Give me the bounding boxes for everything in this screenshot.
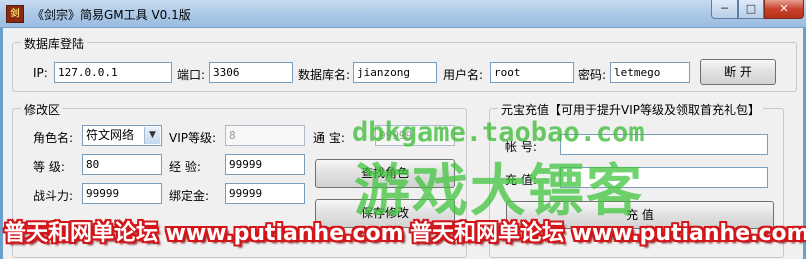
port-label: 端口: — [177, 68, 206, 82]
window-title: 《剑宗》简易GM工具 V0.1版 — [32, 8, 191, 22]
minimize-button[interactable]: ─ — [711, 0, 738, 19]
exp-input[interactable]: 99999 — [225, 154, 305, 175]
db-login-group-label: 数据库登陆 — [21, 35, 88, 52]
dbname-input[interactable]: jianzong — [353, 62, 437, 83]
port-input[interactable]: 3306 — [209, 62, 293, 83]
level-input[interactable]: 80 — [82, 154, 162, 175]
bound-gold-label: 绑定金: — [169, 189, 210, 203]
dbname-label: 数据库名: — [298, 68, 351, 82]
tongbao-label: 通 宝: — [313, 131, 345, 145]
recharge-button[interactable]: 充 值 — [506, 201, 774, 229]
bound-gold-input[interactable]: 99999 — [225, 183, 305, 204]
role-name-label: 角色名: — [33, 131, 74, 145]
ip-input[interactable]: 127.0.0.1 — [54, 62, 172, 83]
role-name-value: 符文网络 — [86, 128, 135, 142]
disconnect-button[interactable]: 断 开 — [700, 59, 776, 85]
password-label: 密码: — [578, 68, 607, 82]
username-input[interactable]: root — [490, 62, 574, 83]
account-input[interactable] — [560, 134, 768, 155]
power-input[interactable]: 99999 — [82, 183, 162, 204]
tongbao-input[interactable]: 99999 — [375, 125, 455, 146]
password-input[interactable]: letmego — [610, 62, 690, 83]
exp-label: 经 验: — [169, 160, 201, 174]
save-changes-button[interactable]: 保存修改 — [315, 199, 455, 228]
amount-label: 充 值: — [505, 173, 537, 187]
modify-group-label: 修改区 — [21, 101, 64, 118]
vip-level-label: VIP等级: — [169, 131, 217, 145]
account-label: 帐 号: — [505, 140, 537, 154]
close-button[interactable]: ✕ — [764, 0, 804, 19]
power-label: 战斗力: — [33, 189, 74, 203]
username-label: 用户名: — [443, 68, 484, 82]
chevron-down-icon[interactable]: ▼ — [144, 127, 160, 144]
ip-label: IP: — [33, 66, 48, 80]
amount-input[interactable] — [560, 167, 768, 188]
vip-level-input[interactable]: 8 — [225, 125, 305, 146]
maximize-button[interactable]: □ — [738, 0, 764, 19]
find-role-button[interactable]: 查找角色 — [315, 159, 455, 188]
game-logo-icon: 剑 — [6, 5, 24, 23]
recharge-group-label: 元宝充值【可用于提升VIP等级及领取首充礼包】 — [498, 101, 763, 118]
window-client-area: 数据库登陆 IP: 127.0.0.1 端口: 3306 数据库名: jianz… — [3, 28, 803, 259]
level-label: 等 级: — [33, 160, 65, 174]
title-bar[interactable]: 剑 《剑宗》简易GM工具 V0.1版 ─ □ ✕ — [0, 0, 806, 28]
role-name-select[interactable]: 符文网络 ▼ — [82, 125, 162, 146]
